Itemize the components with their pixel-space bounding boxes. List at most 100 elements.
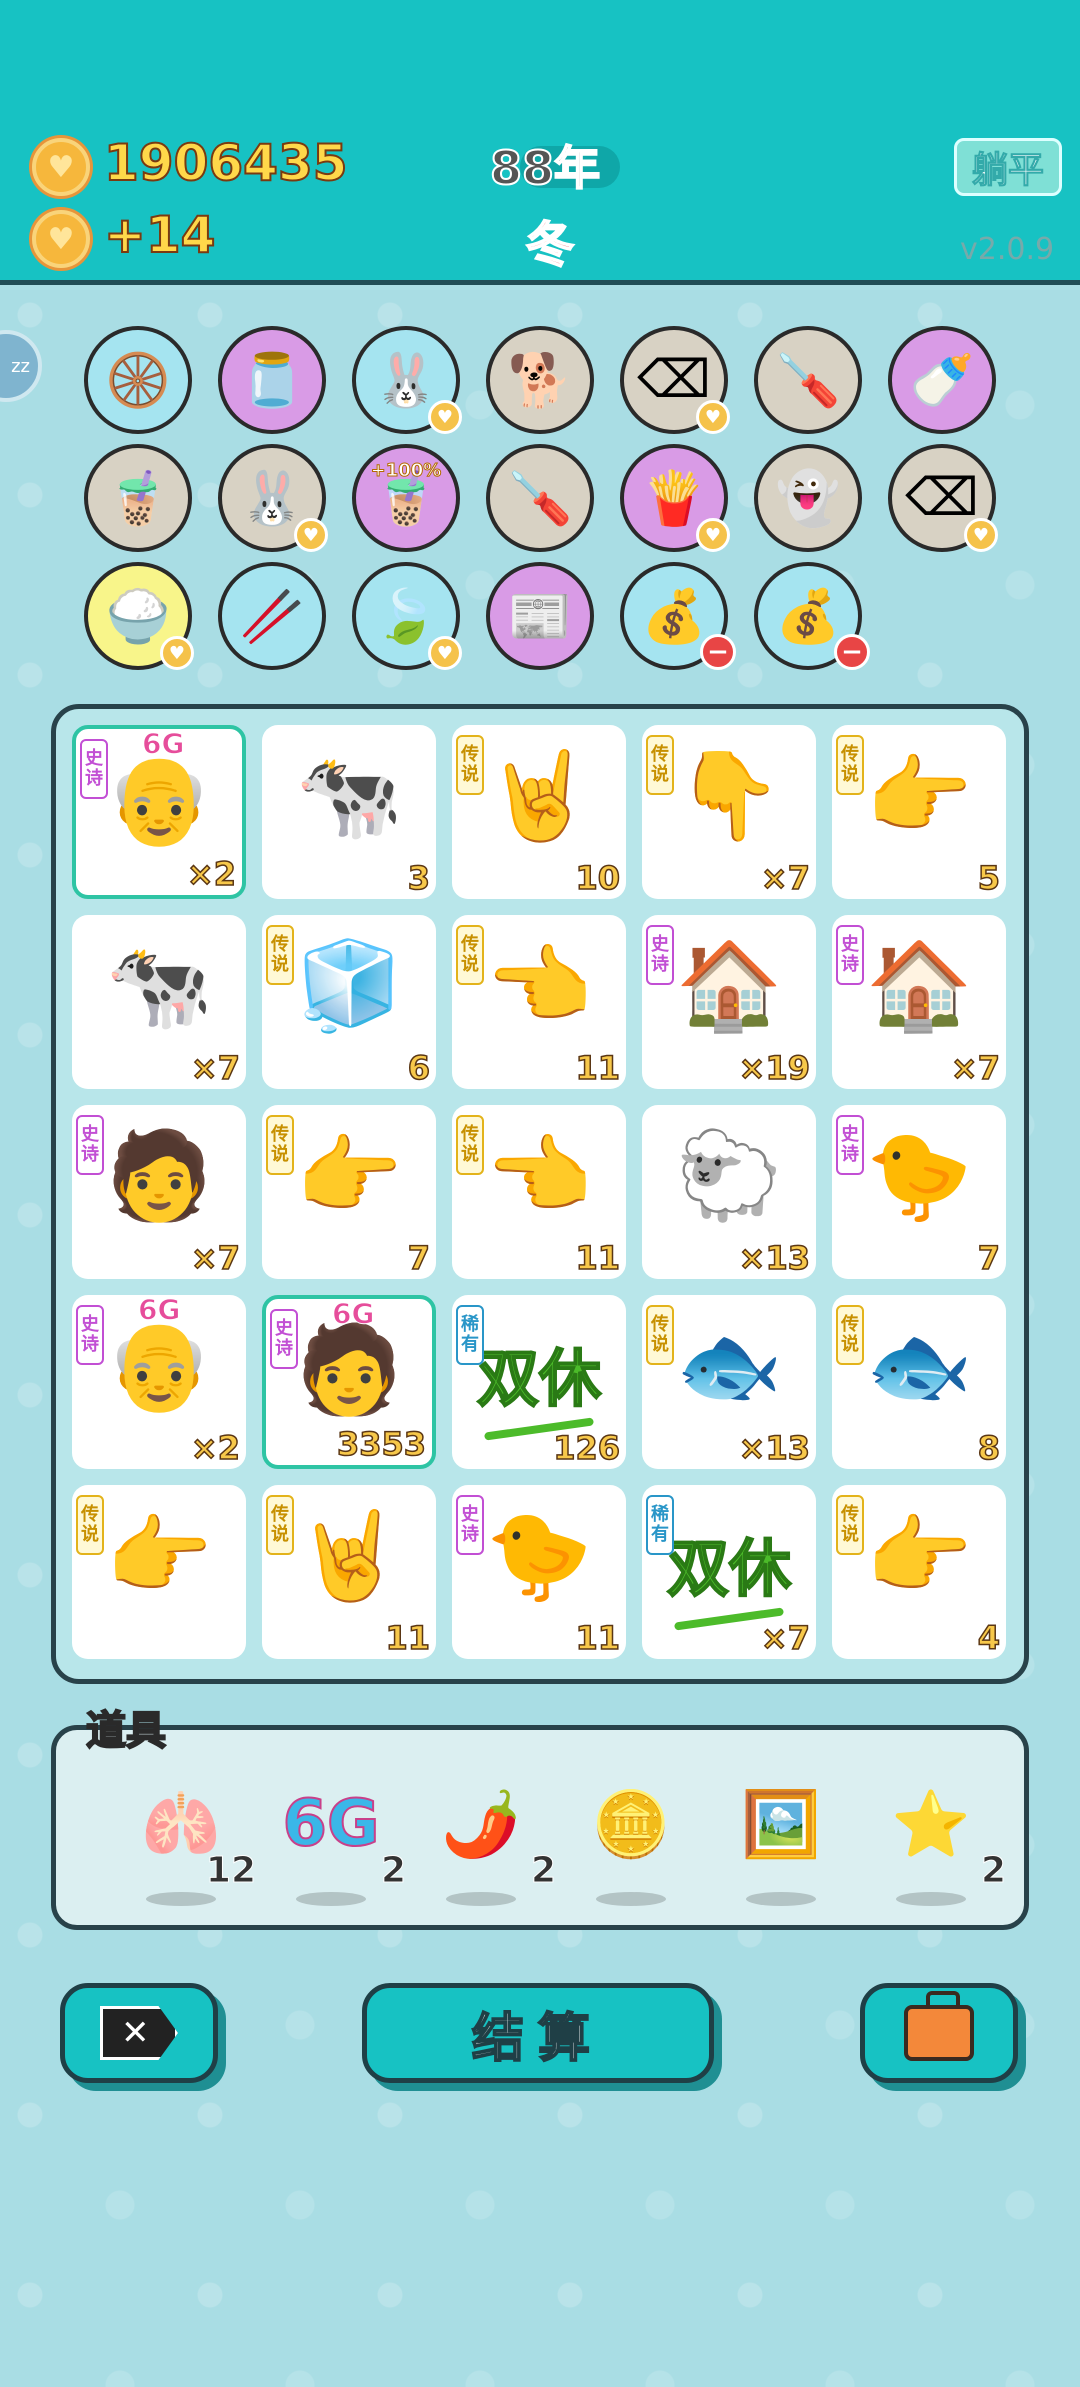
heart-badge-icon: ♥ [428,400,462,434]
prop-slot[interactable]: 🪙 [566,1774,696,1906]
old-man-cell[interactable]: 👴 史诗 6G ×2 [72,1293,246,1469]
epic-rarity-tag: 史诗 [80,739,108,799]
coin-icon: ♥ [32,138,90,196]
symbol-slot[interactable]: 🧋 [84,444,192,552]
symbol-slot[interactable]: 👻 [754,444,862,552]
symbol-slot[interactable]: 🪛 [486,444,594,552]
cell-value: ×19 [738,1048,811,1088]
bonus-label: +100% [370,460,442,482]
lie-flat-button[interactable]: 躺平 [954,138,1062,196]
symbol-slot[interactable]: 🛞 [84,326,192,434]
chili-icon: 🌶️ [441,1787,521,1862]
chopsticks-icon: 🥢 [239,586,305,647]
epic-rarity-tag: 史诗 [270,1309,298,1369]
props-title: 道具 [85,1707,167,1755]
year-label: 88年 [489,140,601,196]
symbol-slot[interactable]: 🥢 [218,562,326,670]
koi-fish-cell[interactable]: 🐟 传说 ×13 [642,1295,816,1469]
point-left-hand-cell[interactable]: 👈 传说 11 [452,1105,626,1279]
cell-value: ×13 [738,1238,811,1278]
symbol-slot[interactable]: 🍚 ♥ [84,562,194,670]
legend-rarity-tag: 传说 [266,925,294,985]
rare-rarity-tag: 稀有 [456,1305,484,1365]
sheep-cell[interactable]: 🐑 ×13 [642,1105,816,1279]
cell-value: ×7 [950,1048,1001,1088]
rabbit-icon: 🐰 [239,468,305,529]
point-down-hand-cell[interactable]: 👇 传说 ×7 [642,725,816,899]
double-rest-cell[interactable]: 双休 稀有 126 [452,1295,626,1469]
breast-pump-icon: 🍼 [909,350,975,411]
prop-slot[interactable]: 6G 2 [266,1774,407,1906]
rabbit-house-cell[interactable]: 🏠 史诗 ×7 [832,915,1006,1089]
prop-count: 2 [530,1850,556,1892]
symbol-slot[interactable]: 🍃 ♥ [352,562,462,670]
legend-rarity-tag: 传说 [646,1305,674,1365]
star-icon: ⭐ [891,1787,971,1862]
cell-value: 11 [385,1618,431,1658]
settle-button[interactable]: 结算 [362,1983,714,2083]
six-g-badge: 6G [141,727,185,761]
prop-slot[interactable]: 🫁 12 [116,1774,257,1906]
legend-rarity-tag: 传说 [266,1495,294,1555]
symbol-slot[interactable]: ⌫ ♥ [620,326,730,434]
cell-value: ×2 [186,854,237,894]
symbol-slot[interactable]: 💰 − [754,562,870,670]
point-left-hand-cell[interactable]: 👈 传说 11 [452,915,626,1089]
cell-value: ×7 [760,858,811,898]
delete-symbol-button[interactable]: ✕ [60,1983,218,2083]
symbol-slot[interactable]: 🪛 [754,326,862,434]
old-man-cell[interactable]: 👴 史诗 6G ×2 [72,725,246,899]
symbol-slot[interactable]: 🐰 ♥ [352,326,462,434]
chick-grandpa-cell[interactable]: 🐤 史诗 7 [832,1105,1006,1279]
cell-value: 4 [977,1618,1001,1658]
epic-rarity-tag: 史诗 [76,1115,104,1175]
prop-shadow [146,1892,216,1906]
green-hat-man-cell[interactable]: 🧑 史诗 6G 3353 [262,1295,436,1469]
legend-rarity-tag: 传说 [76,1495,104,1555]
symbol-slot[interactable]: 💰 − [620,562,736,670]
point-right-hand-cell[interactable]: 👉 传说 5 [832,725,1006,899]
rock-hand-cell[interactable]: 🤘 传说 11 [262,1485,436,1659]
cell-value: ×2 [190,1428,241,1468]
time-magazine-icon: 📰 [507,586,573,647]
epic-rarity-tag: 史诗 [456,1495,484,1555]
point-right-hand-cell[interactable]: 👉 传说 4 [832,1485,1006,1659]
prop-shadow [746,1892,816,1906]
cow-cell[interactable]: 🐄 3 [262,725,436,899]
symbol-slot[interactable]: 🐕 [486,326,594,434]
symbol-slot[interactable]: 🐰 ♥ [218,444,328,552]
top-bar: ♥ 1906435 ♥ +14 88年 冬 躺平 v2.0.9 [0,0,1080,285]
fridge-cell[interactable]: 🧊 传说 6 [262,915,436,1089]
green-hat-man-cell[interactable]: 🧑 史诗 ×7 [72,1105,246,1279]
cell-value: 6 [407,1048,431,1088]
prop-count: 12 [205,1850,256,1892]
prop-shadow [596,1892,666,1906]
version-label: v2.0.9 [960,232,1055,267]
cell-value: 10 [575,858,621,898]
point-right-hand-cell[interactable]: 👉 传说 7 [262,1105,436,1279]
symbol-slot[interactable]: ⌫ ♥ [888,444,998,552]
symbol-slot[interactable]: 📰 [486,562,594,670]
prop-slot[interactable]: 🖼️ [716,1774,846,1906]
cell-value: ×13 [738,1428,811,1468]
point-right-hand-cell[interactable]: 👉 传说 [72,1485,246,1659]
epic-rarity-tag: 史诗 [836,925,864,985]
symbol-slot[interactable]: 🧋 +100% [352,444,460,552]
backpack-button[interactable] [860,1983,1018,2083]
chick-grandpa-cell[interactable]: 🐤 史诗 11 [452,1485,626,1659]
prop-slot[interactable]: 🌶️ 2 [416,1774,557,1906]
screwdriver-icon: 🪛 [507,468,573,529]
symbol-slot[interactable]: 🍼 [888,326,996,434]
prop-slot[interactable]: ⭐ 2 [866,1774,1007,1906]
cow-icon: 🐄 [295,746,403,846]
fries-icon: 🍟 [641,468,707,529]
rabbit-house-cell[interactable]: 🏠 史诗 ×19 [642,915,816,1089]
koi-fish-cell[interactable]: 🐟 传说 8 [832,1295,1006,1469]
heart-badge-icon: ♥ [294,518,328,552]
symbol-slot[interactable]: 🍟 ♥ [620,444,730,552]
double-rest-cell[interactable]: 双休 稀有 ×7 [642,1485,816,1659]
briefcase-icon [904,1991,974,2061]
cow-cell[interactable]: 🐄 ×7 [72,915,246,1089]
symbol-slot[interactable]: 🫙 [218,326,326,434]
rock-hand-cell[interactable]: 🤘 传说 10 [452,725,626,899]
